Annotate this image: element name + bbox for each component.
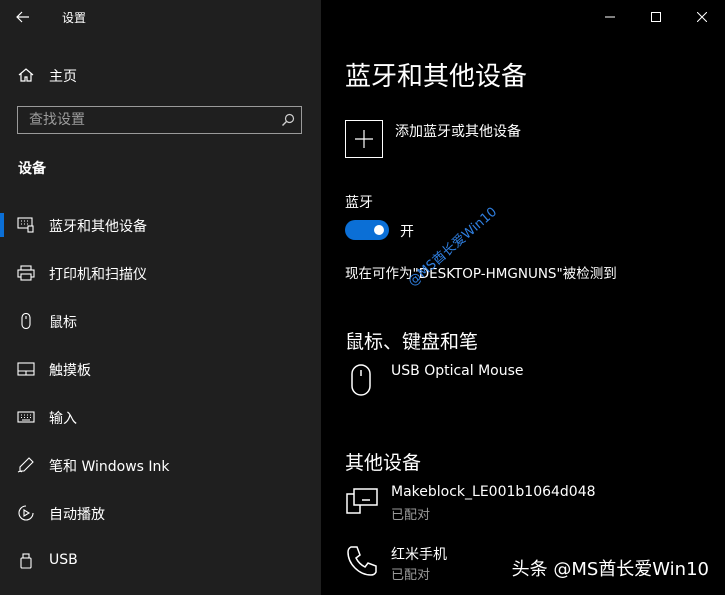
sidebar-item-home[interactable]: 主页: [0, 60, 321, 90]
active-indicator: [0, 213, 4, 237]
sidebar-item-autoplay[interactable]: 自动播放: [0, 493, 321, 533]
footer-watermark: 头条 @MS酋长爱Win10: [511, 559, 709, 580]
sidebar-item-printers[interactable]: 打印机和扫描仪: [0, 253, 321, 293]
main-content: 蓝牙和其他设备 添加蓝牙或其他设备 蓝牙 开 现在可作为"DESKTOP-HMG…: [321, 0, 725, 595]
minimize-button[interactable]: [587, 0, 633, 34]
maximize-button[interactable]: [633, 0, 679, 34]
phone-icon: [347, 546, 377, 576]
minimize-icon: [605, 16, 615, 18]
home-icon: [18, 68, 34, 82]
sidebar-item-label: 触摸板: [49, 363, 91, 379]
sidebar-item-label: USB: [49, 552, 78, 568]
search-box: [17, 106, 302, 134]
title-bar-left: 设置: [0, 0, 321, 34]
sidebar-item-label: 自动播放: [49, 507, 105, 523]
device-name: Makeblock_LE001b1064d048: [391, 484, 596, 500]
sidebar-item-label: 主页: [49, 69, 77, 85]
bluetooth-devices-icon: [17, 217, 34, 233]
touchpad-icon: [17, 362, 35, 376]
search-input[interactable]: [18, 107, 268, 133]
other-devices-title: 其他设备: [345, 452, 422, 474]
sidebar: 设置 主页 设备 蓝牙和其他设备: [0, 0, 321, 595]
mouse-icon: [21, 313, 31, 329]
add-device-label: 添加蓝牙或其他设备: [395, 124, 521, 140]
search-icon[interactable]: [281, 113, 295, 127]
page-title: 蓝牙和其他设备: [345, 62, 528, 92]
add-box: [345, 120, 383, 158]
sidebar-item-bluetooth[interactable]: 蓝牙和其他设备: [0, 205, 321, 245]
app-title: 设置: [62, 11, 87, 25]
device-generic-icon: [346, 488, 378, 514]
sidebar-item-label: 鼠标: [49, 315, 77, 331]
autoplay-icon: [18, 505, 34, 521]
device-usb-mouse[interactable]: USB Optical Mouse: [345, 363, 715, 407]
close-icon: [697, 12, 707, 22]
sidebar-item-pen[interactable]: 笔和 Windows Ink: [0, 445, 321, 485]
device-name: 红米手机: [391, 547, 447, 563]
mouse-keyboard-pen-title: 鼠标、键盘和笔: [345, 331, 479, 353]
discoverable-text: 现在可作为"DESKTOP-HMGNUNS"被检测到: [345, 266, 617, 282]
mouse-icon: [351, 364, 371, 396]
sidebar-item-mouse[interactable]: 鼠标: [0, 301, 321, 341]
section-title: 设备: [18, 161, 46, 177]
close-button[interactable]: [679, 0, 725, 34]
settings-window: 设置 主页 设备 蓝牙和其他设备: [0, 0, 725, 595]
plus-icon: [355, 130, 373, 148]
printer-icon: [17, 265, 35, 281]
bluetooth-toggle[interactable]: [345, 220, 389, 240]
sidebar-item-label: 输入: [49, 411, 77, 427]
device-status: 已配对: [391, 508, 431, 523]
window-controls: [587, 0, 725, 34]
back-button[interactable]: [10, 6, 36, 28]
bluetooth-label: 蓝牙: [345, 195, 373, 211]
sidebar-item-label: 打印机和扫描仪: [49, 267, 147, 283]
sidebar-item-touchpad[interactable]: 触摸板: [0, 349, 321, 389]
sidebar-item-label: 笔和 Windows Ink: [49, 459, 170, 475]
sidebar-item-label: 蓝牙和其他设备: [49, 219, 147, 235]
add-device-button[interactable]: 添加蓝牙或其他设备: [345, 120, 645, 160]
device-name: USB Optical Mouse: [391, 363, 524, 379]
sidebar-item-usb[interactable]: USB: [0, 541, 321, 581]
keyboard-icon: [17, 411, 35, 423]
pen-icon: [17, 457, 34, 473]
back-arrow-icon: [16, 11, 29, 23]
toggle-knob: [374, 225, 384, 235]
device-makeblock[interactable]: Makeblock_LE001b1064d048 已配对: [345, 484, 715, 528]
usb-icon: [20, 553, 32, 569]
maximize-icon: [651, 12, 661, 22]
device-status: 已配对: [391, 568, 431, 583]
bluetooth-state-label: 开: [400, 224, 414, 240]
sidebar-item-input[interactable]: 输入: [0, 397, 321, 437]
